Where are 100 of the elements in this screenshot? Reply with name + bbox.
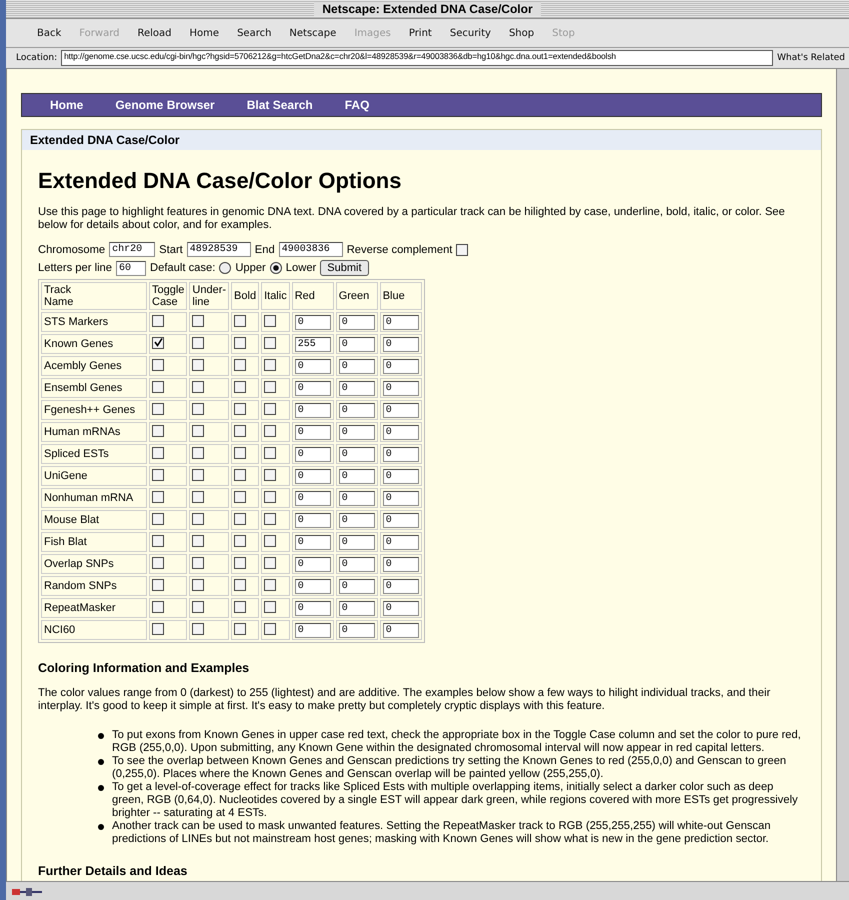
color-value-field[interactable]: 0 [338,424,375,440]
checkbox[interactable] [234,578,246,590]
color-value-field[interactable]: 0 [338,468,375,484]
checkbox[interactable] [264,578,276,590]
color-value-field[interactable]: 0 [382,380,419,396]
checkbox[interactable] [264,534,276,546]
scrollbar[interactable] [836,69,849,881]
checkbox[interactable] [234,424,246,436]
checkbox[interactable] [264,622,276,634]
color-value-field[interactable]: 0 [382,578,419,594]
toolbar-button[interactable]: Security [440,28,500,38]
color-value-field[interactable]: 0 [382,534,419,550]
radio-button[interactable] [219,262,232,274]
checkbox[interactable] [234,446,246,458]
toolbar-button[interactable]: Reload [128,28,181,38]
letters-field[interactable]: 60 [116,260,146,276]
checkbox[interactable] [152,512,164,524]
color-value-field[interactable]: 0 [338,600,375,616]
checkbox[interactable] [234,314,246,326]
checkbox[interactable] [192,600,204,612]
checkbox[interactable] [264,600,276,612]
checkbox[interactable] [234,358,246,370]
checkbox[interactable] [264,314,276,326]
checkbox[interactable] [192,468,204,480]
checkbox[interactable] [234,468,246,480]
toolbar-button[interactable]: Search [228,28,280,38]
color-value-field[interactable]: 0 [382,468,419,484]
color-value-field[interactable]: 0 [294,512,331,528]
checkbox[interactable] [192,424,204,436]
color-value-field[interactable]: 0 [294,534,331,550]
checkbox[interactable] [234,380,246,392]
checkbox[interactable] [264,358,276,370]
nav-link[interactable]: Blat Search [230,98,329,112]
checkbox[interactable] [264,336,276,348]
color-value-field[interactable]: 0 [382,358,419,374]
color-value-field[interactable]: 0 [338,622,375,638]
checkbox[interactable] [264,512,276,524]
color-value-field[interactable]: 0 [338,512,375,528]
color-value-field[interactable]: 0 [338,578,375,594]
checkbox[interactable] [234,402,246,414]
checkbox[interactable] [192,578,204,590]
end-field[interactable]: 49003836 [278,242,343,257]
nav-link[interactable]: Home [34,98,100,112]
nav-link[interactable]: Genome Browser [99,98,231,112]
color-value-field[interactable]: 0 [294,556,331,572]
checkbox[interactable] [234,622,246,634]
color-value-field[interactable]: 0 [294,358,331,374]
chromosome-field[interactable]: chr20 [109,242,156,257]
checkbox[interactable] [264,490,276,502]
checkbox[interactable] [264,380,276,392]
checkbox[interactable] [192,336,204,348]
whats-related-button[interactable]: What's Related [777,53,845,63]
checkbox[interactable] [152,622,164,634]
checkbox[interactable] [234,336,246,348]
color-value-field[interactable]: 0 [382,556,419,572]
color-value-field[interactable]: 0 [338,446,375,462]
checkbox[interactable] [192,446,204,458]
checkbox[interactable] [152,380,164,392]
color-value-field[interactable]: 0 [294,314,331,330]
checkbox[interactable] [152,490,164,502]
checkbox[interactable] [264,402,276,414]
checkbox[interactable] [152,534,164,546]
checkbox[interactable] [264,446,276,458]
checkbox[interactable] [152,446,164,458]
checkbox[interactable] [234,556,246,568]
color-value-field[interactable]: 0 [338,358,375,374]
submit-button[interactable]: Submit [320,260,369,276]
checkbox[interactable] [152,556,164,568]
color-value-field[interactable]: 0 [382,314,419,330]
checkbox[interactable] [152,358,164,370]
color-value-field[interactable]: 0 [294,578,331,594]
toolbar-button[interactable]: Shop [500,28,544,38]
toolbar-button[interactable]: Back [28,28,70,38]
checkbox[interactable] [192,512,204,524]
checkbox[interactable] [264,556,276,568]
checkbox[interactable] [192,556,204,568]
nav-link[interactable]: FAQ [328,98,386,112]
color-value-field[interactable]: 0 [338,490,375,506]
checkbox[interactable] [192,534,204,546]
color-value-field[interactable]: 0 [294,402,331,418]
checkbox[interactable] [234,512,246,524]
color-value-field[interactable]: 0 [294,468,331,484]
color-value-field[interactable]: 0 [294,622,331,638]
color-value-field[interactable]: 0 [382,424,419,440]
color-value-field[interactable]: 0 [294,424,331,440]
color-value-field[interactable]: 0 [382,490,419,506]
color-value-field[interactable]: 0 [338,314,375,330]
checkbox[interactable] [152,314,164,326]
checkbox[interactable] [234,600,246,612]
color-value-field[interactable]: 255 [294,336,331,352]
color-value-field[interactable]: 0 [338,534,375,550]
checkbox[interactable] [152,336,164,348]
color-value-field[interactable]: 0 [382,446,419,462]
color-value-field[interactable]: 0 [382,336,419,352]
color-value-field[interactable]: 0 [338,402,375,418]
checkbox[interactable] [264,424,276,436]
url-field[interactable]: http://genome.cse.ucsc.edu/cgi-bin/hgc?hgsid=5706212&g=htcGetDna2&c=chr20&l=48928539&r=49003836&db=hg10&hgc.dna.out1=extended&boolsh [61,50,774,66]
checkbox[interactable] [192,380,204,392]
checkbox[interactable] [152,578,164,590]
color-value-field[interactable]: 0 [338,336,375,352]
